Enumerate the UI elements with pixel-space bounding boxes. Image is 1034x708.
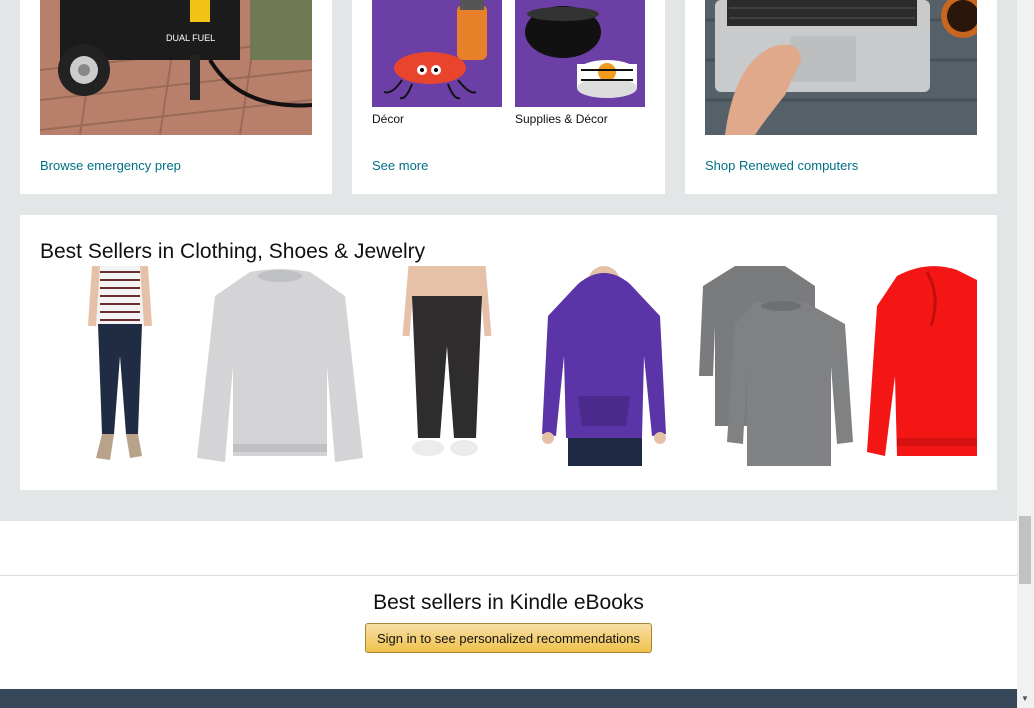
kindle-best-sellers-section: Best sellers in Kindle eBooks Sign in to… — [0, 521, 1017, 689]
generator-image[interactable]: DUAL FUEL — [40, 0, 312, 135]
laptop-image[interactable] — [705, 0, 977, 135]
footer-bar — [0, 689, 1017, 708]
scrollbar-thumb[interactable] — [1019, 516, 1031, 584]
gray-long-sleeve-shirts-product[interactable] — [685, 266, 860, 466]
browse-emergency-prep-link[interactable]: Browse emergency prep — [40, 158, 181, 173]
renewed-computers-card: Shop Renewed computers — [685, 0, 997, 194]
shop-renewed-computers-link[interactable]: Shop Renewed computers — [705, 158, 858, 173]
halloween-card: Décor Supplies & Décor See more — [352, 0, 665, 194]
purple-hoodie-product[interactable] — [538, 266, 668, 466]
best-sellers-clothing-card: Best Sellers in Clothing, Shoes & Jewelr… — [20, 215, 997, 490]
decor-image[interactable] — [372, 0, 502, 107]
supplies-decor-caption[interactable]: Supplies & Décor — [515, 112, 608, 126]
scroll-down-arrow-icon[interactable]: ▼ — [1021, 694, 1029, 703]
svg-text:DUAL FUEL: DUAL FUEL — [166, 33, 215, 43]
gray-crewneck-sweatshirt-product[interactable] — [195, 266, 365, 466]
emergency-prep-card: DUAL FUEL Browse emergency prep — [20, 0, 332, 194]
womens-jeans-product[interactable] — [60, 266, 180, 466]
kindle-best-sellers-title: Best sellers in Kindle eBooks — [373, 591, 644, 614]
sign-in-recommendations-button[interactable]: Sign in to see personalized recommendati… — [365, 623, 652, 653]
see-more-link[interactable]: See more — [372, 158, 428, 173]
section-divider — [0, 575, 1017, 576]
vertical-scrollbar[interactable]: ▼ — [1017, 0, 1034, 708]
best-sellers-clothing-title: Best Sellers in Clothing, Shoes & Jewelr… — [40, 240, 426, 263]
supplies-decor-image[interactable] — [515, 0, 645, 107]
red-hoodie-product[interactable] — [867, 266, 977, 466]
womens-black-pants-product[interactable] — [392, 266, 502, 466]
decor-caption[interactable]: Décor — [372, 112, 404, 126]
